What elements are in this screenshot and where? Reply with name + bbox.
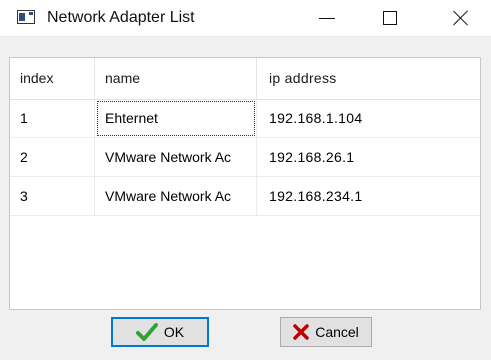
column-header-index[interactable]: index	[10, 58, 95, 99]
cancel-button-label: Cancel	[315, 324, 359, 340]
cancel-button[interactable]: Cancel	[280, 317, 372, 347]
red-x-icon	[293, 324, 309, 340]
minimize-icon	[319, 17, 335, 19]
cell-index: 2	[10, 138, 95, 177]
ok-button-label: OK	[163, 324, 185, 340]
title-bar[interactable]: Network Adapter List	[0, 0, 491, 37]
cell-name: VMware Network Ac	[95, 177, 257, 216]
close-button[interactable]	[438, 0, 484, 36]
dialog-window: Network Adapter List index name ip addre…	[0, 0, 491, 360]
maximize-icon	[383, 11, 397, 25]
cell-ip-address: 192.168.234.1	[257, 177, 480, 216]
cell-index: 3	[10, 177, 95, 216]
column-header-name[interactable]: name	[95, 58, 257, 99]
cell-name: Ehternet	[95, 99, 257, 138]
list-header: index name ip address	[10, 58, 480, 100]
green-check-icon	[135, 323, 158, 341]
table-row[interactable]: 3 VMware Network Ac 192.168.234.1	[10, 177, 480, 216]
window-app-icon	[17, 10, 35, 24]
column-header-ip-address[interactable]: ip address	[257, 58, 480, 99]
cell-index: 1	[10, 99, 95, 138]
maximize-button[interactable]	[367, 0, 413, 36]
window-title: Network Adapter List	[47, 9, 195, 26]
adapter-list[interactable]: index name ip address 1 Ehternet 192.168…	[9, 57, 481, 310]
close-icon	[453, 10, 469, 26]
cell-name: VMware Network Ac	[95, 138, 257, 177]
cell-ip-address: 192.168.1.104	[257, 99, 480, 138]
table-row[interactable]: 2 VMware Network Ac 192.168.26.1	[10, 138, 480, 177]
cell-ip-address: 192.168.26.1	[257, 138, 480, 177]
minimize-button[interactable]	[304, 0, 350, 36]
ok-button[interactable]: OK	[111, 317, 209, 347]
table-row[interactable]: 1 Ehternet 192.168.1.104	[10, 99, 480, 138]
